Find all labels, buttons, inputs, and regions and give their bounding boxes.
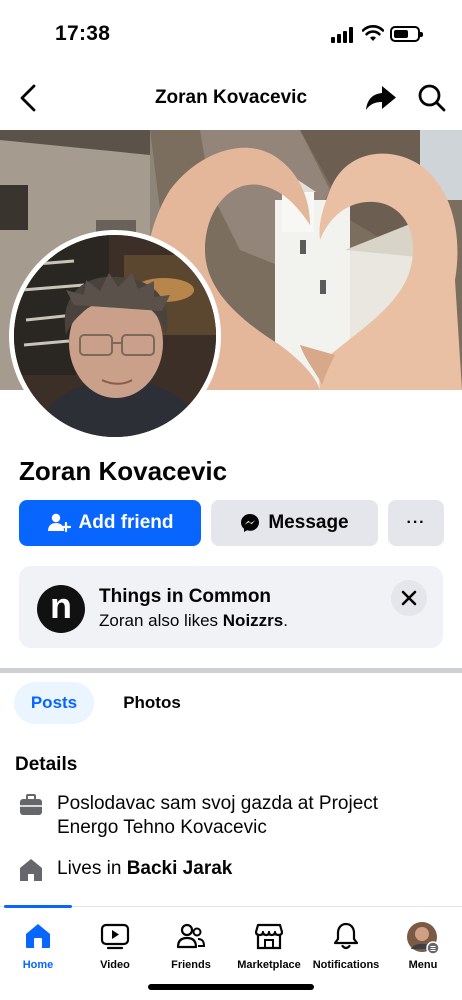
home-indicator: [148, 984, 314, 990]
message-label: Message: [268, 512, 349, 533]
nav-friends[interactable]: Friends: [153, 921, 229, 971]
menu-avatar-icon: [407, 922, 440, 955]
message-button[interactable]: Message: [211, 500, 378, 546]
more-dots-icon: ···: [406, 514, 426, 531]
add-person-icon: [47, 513, 71, 533]
lives-in-city[interactable]: Backi Jarak: [127, 858, 233, 879]
battery-icon: [390, 26, 423, 42]
status-bar: 17:38: [0, 0, 462, 66]
add-friend-button[interactable]: Add friend: [19, 500, 201, 546]
nav-menu[interactable]: Menu: [385, 921, 461, 971]
tab-posts[interactable]: Posts: [14, 682, 94, 724]
nav-friends-label: Friends: [171, 959, 211, 971]
profile-tabs: Posts Photos: [0, 682, 462, 726]
work-line-2: Energo Tehno Kovacevic: [57, 817, 267, 838]
profile-name: Zoran Kovacevic: [19, 456, 228, 486]
section-divider: [0, 668, 462, 673]
share-icon[interactable]: [365, 84, 397, 112]
more-options-button[interactable]: ···: [388, 500, 444, 546]
nav-home-label: Home: [22, 959, 54, 971]
briefcase-icon: [20, 794, 42, 815]
video-icon: [100, 923, 130, 950]
nav-notifications[interactable]: Notifications: [308, 921, 384, 971]
nav-marketplace-label: Marketplace: [237, 959, 301, 971]
home-icon: [26, 924, 50, 948]
work-line-1: Poslodavac sam svoj gazda at Project: [57, 793, 379, 814]
wifi-icon: [362, 25, 384, 41]
profile-header: Zoran Kovacevic: [0, 70, 462, 126]
nav-home[interactable]: Home: [0, 921, 76, 971]
search-icon[interactable]: [417, 83, 447, 113]
close-icon: [401, 590, 417, 606]
dismiss-button[interactable]: [391, 580, 427, 616]
lives-in-text: Lives in Backi Jarak: [57, 858, 233, 879]
nav-video-label: Video: [100, 959, 130, 971]
details-heading: Details: [15, 754, 78, 775]
tab-photos[interactable]: Photos: [104, 682, 200, 724]
things-in-common-card[interactable]: n Things in Common Zoran also likes Noiz…: [19, 566, 443, 648]
friends-icon: [176, 923, 206, 949]
things-in-common-title: Things in Common: [99, 586, 272, 607]
active-tab-indicator: [4, 905, 72, 908]
cellular-signal-icon: [331, 27, 355, 43]
nav-notifications-label: Notifications: [312, 959, 380, 971]
nav-menu-label: Menu: [408, 959, 438, 971]
nav-video[interactable]: Video: [77, 921, 153, 971]
marketplace-icon: [254, 923, 284, 950]
nav-marketplace[interactable]: Marketplace: [231, 921, 307, 971]
profile-picture[interactable]: [9, 230, 221, 442]
status-time: 17:38: [55, 22, 111, 45]
noizzrs-logo: n: [37, 585, 85, 633]
bell-icon: [333, 922, 359, 950]
things-in-common-text: Zoran also likes Noizzrs.: [99, 611, 288, 630]
add-friend-label: Add friend: [78, 512, 174, 533]
house-icon: [20, 859, 42, 881]
messenger-icon: [241, 514, 260, 532]
liked-page-name[interactable]: Noizzrs: [223, 611, 283, 630]
